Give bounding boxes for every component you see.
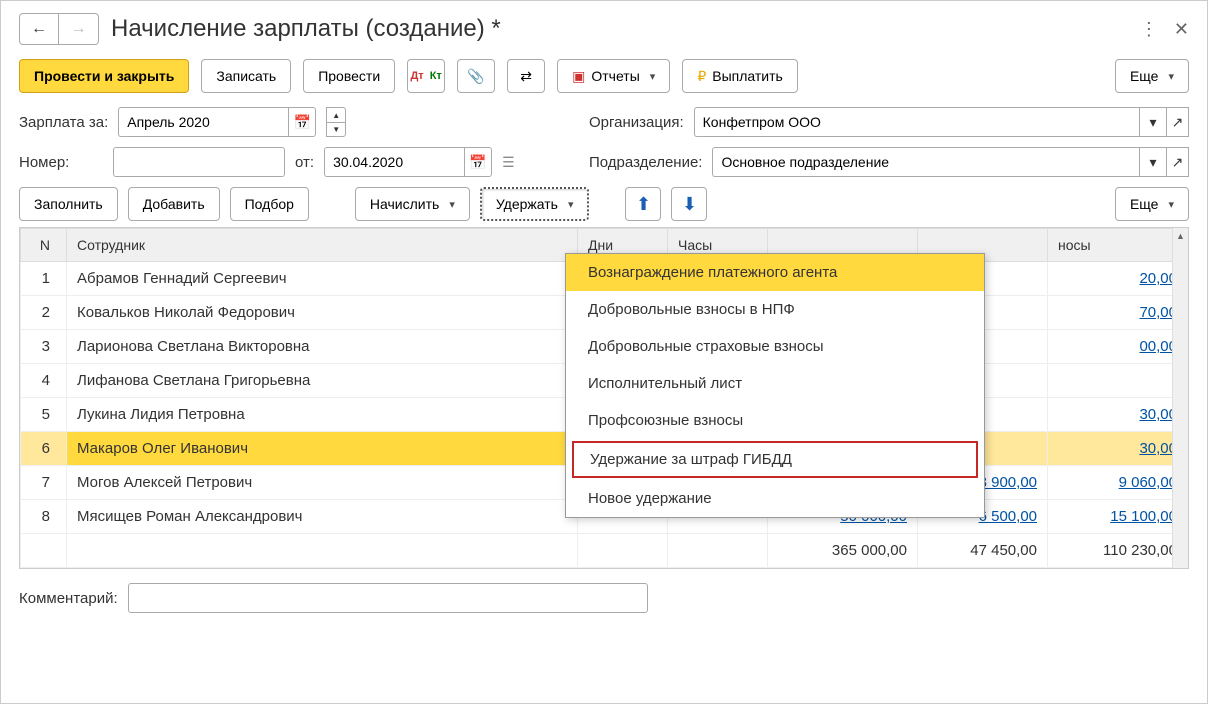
dropdown-item[interactable]: Добровольные взносы в НПФ [566, 291, 984, 328]
move-down-button[interactable]: ⬇ [671, 187, 707, 221]
post-close-button[interactable]: Провести и закрыть [19, 59, 189, 93]
col-employee[interactable]: Сотрудник [67, 229, 578, 262]
dropdown-item[interactable]: Вознаграждение платежного агента [566, 254, 984, 291]
row-number: 4 [21, 364, 67, 398]
org-dropdown-icon[interactable]: ▾ [1139, 107, 1167, 137]
row-number: 6 [21, 432, 67, 466]
employee-cell[interactable]: Ларионова Светлана Викторовна [67, 330, 578, 364]
employee-cell[interactable]: Абрамов Геннадий Сергеевич [67, 262, 578, 296]
dtkt-button[interactable]: ДтКт [407, 59, 445, 93]
row-number: 7 [21, 466, 67, 500]
comment-label: Комментарий: [19, 590, 118, 607]
post-button[interactable]: Провести [303, 59, 395, 93]
org-open-icon[interactable]: ↗ [1167, 107, 1189, 137]
dropdown-item[interactable]: Добровольные страховые взносы [566, 328, 984, 365]
forward-button[interactable]: → [59, 13, 99, 45]
back-button[interactable]: ← [19, 13, 59, 45]
employee-cell[interactable]: Мясищев Роман Александрович [67, 500, 578, 534]
employee-cell[interactable]: Могов Алексей Петрович [67, 466, 578, 500]
date-input[interactable] [324, 147, 464, 177]
based-icon: ⇄ [520, 68, 532, 85]
salary-period-input[interactable] [118, 107, 288, 137]
organization-input[interactable] [694, 107, 1139, 137]
contrib-cell[interactable] [1048, 364, 1188, 398]
close-icon[interactable]: ✕ [1174, 19, 1189, 40]
calendar-icon[interactable]: 📅 [288, 107, 316, 137]
dropdown-item[interactable]: Исполнительный лист [566, 365, 984, 402]
period-down-button[interactable]: ▼ [326, 122, 346, 137]
period-up-button[interactable]: ▲ [326, 107, 346, 122]
row-number: 1 [21, 262, 67, 296]
col-n[interactable]: N [21, 229, 67, 262]
comment-input[interactable] [128, 583, 648, 613]
based-on-button[interactable]: ⇄ [507, 59, 545, 93]
calendar-icon[interactable]: 📅 [464, 147, 492, 177]
chart-icon: ▣ [572, 68, 585, 85]
dropdown-item[interactable]: Профсоюзные взносы [566, 402, 984, 439]
row-number: 2 [21, 296, 67, 330]
contrib-cell[interactable]: 20,00 [1048, 262, 1188, 296]
contrib-cell[interactable]: 00,00 [1048, 330, 1188, 364]
page-title: Начисление зарплаты (создание) * [111, 15, 1128, 43]
dept-dropdown-icon[interactable]: ▾ [1139, 147, 1167, 177]
contrib-cell[interactable]: 15 100,00 [1048, 500, 1188, 534]
contrib-cell[interactable]: 30,00 [1048, 432, 1188, 466]
scroll-up-icon[interactable]: ▲ [1173, 228, 1188, 244]
number-label: Номер: [19, 154, 103, 171]
employee-cell[interactable]: Лукина Лидия Петровна [67, 398, 578, 432]
employee-cell[interactable]: Ковальков Николай Федорович [67, 296, 578, 330]
contrib-cell[interactable]: 9 060,00 [1048, 466, 1188, 500]
withhold-dropdown-menu: Вознаграждение платежного агентаДобровол… [565, 253, 985, 518]
number-input[interactable] [113, 147, 285, 177]
pay-button[interactable]: ₽ Выплатить [682, 59, 798, 93]
move-up-button[interactable]: ⬆ [625, 187, 661, 221]
attachment-button[interactable]: 📎 [457, 59, 495, 93]
salary-for-label: Зарплата за: [19, 114, 108, 131]
ruble-icon: ₽ [697, 68, 706, 85]
row-number: 3 [21, 330, 67, 364]
dept-label: Подразделение: [589, 154, 702, 171]
org-label: Организация: [589, 114, 684, 131]
contrib-cell[interactable]: 30,00 [1048, 398, 1188, 432]
employee-cell[interactable]: Лифанова Светлана Григорьевна [67, 364, 578, 398]
reports-button[interactable]: ▣ Отчеты [557, 59, 670, 93]
paperclip-icon: 📎 [467, 68, 484, 85]
more2-button[interactable]: Еще [1115, 187, 1189, 221]
write-button[interactable]: Записать [201, 59, 291, 93]
scrollbar[interactable]: ▲ [1172, 228, 1188, 568]
row-number: 8 [21, 500, 67, 534]
employee-cell[interactable]: Макаров Олег Иванович [67, 432, 578, 466]
select-button[interactable]: Подбор [230, 187, 309, 221]
withhold-button[interactable]: Удержать [480, 187, 590, 221]
dept-open-icon[interactable]: ↗ [1167, 147, 1189, 177]
menu-dots-icon[interactable]: ⋮ [1140, 19, 1158, 40]
add-button[interactable]: Добавить [128, 187, 220, 221]
dropdown-item[interactable]: Удержание за штраф ГИБДД [572, 441, 978, 478]
date-label: от: [295, 154, 314, 171]
fill-button[interactable]: Заполнить [19, 187, 118, 221]
more-button[interactable]: Еще [1115, 59, 1189, 93]
department-input[interactable] [712, 147, 1139, 177]
contrib-cell[interactable]: 70,00 [1048, 296, 1188, 330]
totals-row: 365 000,00 47 450,00 110 230,00 [21, 534, 1188, 568]
col-contributions[interactable]: носы [1048, 229, 1188, 262]
row-number: 5 [21, 398, 67, 432]
dropdown-item[interactable]: Новое удержание [566, 480, 984, 517]
list-icon[interactable]: ☰ [502, 154, 515, 171]
accrue-button[interactable]: Начислить [355, 187, 470, 221]
